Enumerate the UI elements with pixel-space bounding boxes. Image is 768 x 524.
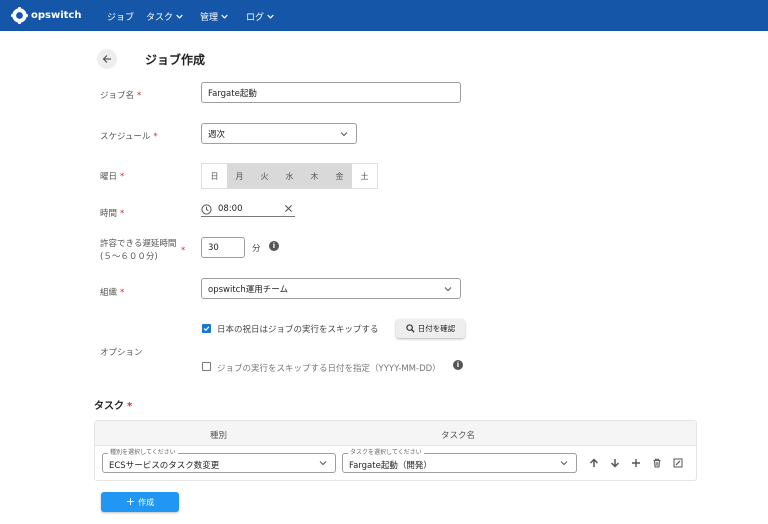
arrow-up-icon[interactable]: [589, 458, 599, 468]
tasks-title-text: タスク: [94, 401, 124, 412]
nav-admin[interactable]: 管理: [200, 10, 228, 23]
chevron-down-icon: [444, 286, 452, 291]
required-mark: *: [127, 401, 133, 412]
time-value: 08:00: [218, 204, 243, 214]
org-label-text: 組織: [100, 288, 118, 298]
app-logo[interactable]: opswitch: [11, 7, 81, 24]
task-name-value: Fargate起動（開発）: [349, 461, 432, 471]
task-type-placeholder: 種別を選択してください: [108, 449, 178, 457]
job-name-value: Fargate起動: [208, 88, 257, 99]
column-header-type: 種別: [210, 431, 228, 441]
delay-hint: (５～６００分): [100, 252, 158, 262]
org-value: opswitch運用チーム: [208, 284, 288, 295]
nav-tasks[interactable]: タスク: [146, 10, 183, 23]
required-mark: *: [120, 209, 125, 219]
skip-holidays-checkbox[interactable]: [202, 324, 211, 333]
trash-icon[interactable]: [652, 458, 662, 468]
job-name-input[interactable]: Fargate起動: [201, 82, 461, 103]
schedule-value: 週次: [208, 129, 226, 140]
time-label: 時間 *: [100, 207, 124, 219]
weekday-wed[interactable]: 水: [277, 164, 302, 188]
delay-input[interactable]: 30: [201, 237, 245, 258]
check-icon: [203, 326, 210, 332]
arrow-left-icon: [102, 55, 111, 63]
chevron-down-icon: [176, 14, 183, 19]
logo-text: opswitch: [31, 10, 82, 21]
create-button[interactable]: + 作成: [101, 492, 179, 512]
info-icon[interactable]: i: [453, 360, 463, 370]
delay-label-text: 許容できる遅延時間: [100, 239, 177, 249]
delay-unit: 分: [252, 244, 261, 254]
time-input[interactable]: 08:00: [201, 203, 295, 217]
required-mark: *: [120, 172, 125, 182]
check-dates-button[interactable]: 日付を確認: [396, 319, 465, 338]
schedule-label: スケジュール *: [100, 130, 158, 142]
org-label: 組織 *: [100, 286, 124, 298]
check-dates-label: 日付を確認: [417, 324, 456, 333]
org-select[interactable]: opswitch運用チーム: [201, 278, 461, 299]
schedule-label-text: スケジュール: [100, 132, 151, 142]
clear-icon[interactable]: [284, 204, 293, 213]
job-name-label: ジョブ名 *: [100, 89, 141, 101]
delay-value: 30: [208, 242, 219, 253]
logo-icon: [11, 7, 28, 24]
schedule-select[interactable]: 週次: [201, 123, 357, 144]
clock-icon: [201, 204, 212, 215]
task-name-placeholder: タスクを選択してください: [348, 449, 424, 457]
chevron-down-icon: [560, 461, 568, 466]
nav-jobs[interactable]: ジョブ: [107, 10, 134, 23]
weekday-toggle-group: 日 月 火 水 木 金 土: [201, 163, 378, 189]
delay-label: 許容できる遅延時間 * (５～６００分): [100, 238, 185, 264]
chevron-down-icon: [319, 461, 327, 466]
skip-dates-checkbox[interactable]: [202, 362, 211, 371]
search-icon: [406, 324, 415, 333]
create-button-label: 作成: [138, 497, 155, 507]
task-type-select[interactable]: 種別を選択してください ECSサービスのタスク数変更: [102, 449, 336, 473]
weekday-label-text: 曜日: [100, 172, 118, 182]
task-table-header: 種別 タスク名: [95, 421, 696, 446]
weekday-thu[interactable]: 木: [302, 164, 327, 188]
options-label: オプション: [100, 348, 143, 358]
required-mark: *: [120, 288, 125, 298]
nav-tasks-label: タスク: [146, 13, 174, 23]
weekday-fri[interactable]: 金: [327, 164, 352, 188]
chevron-down-icon: [267, 14, 274, 19]
arrow-down-icon[interactable]: [610, 458, 620, 468]
nav-logs[interactable]: ログ: [246, 10, 274, 23]
weekday-sat[interactable]: 土: [352, 164, 377, 188]
nav-logs-label: ログ: [246, 13, 265, 23]
edit-icon[interactable]: [673, 458, 683, 468]
required-mark: *: [181, 246, 186, 256]
top-navigation-bar: opswitch ジョブ タスク 管理 ログ: [0, 0, 768, 31]
weekday-tue[interactable]: 火: [252, 164, 277, 188]
job-name-label-text: ジョブ名: [100, 91, 135, 101]
column-header-task-name: タスク名: [441, 431, 476, 441]
info-icon[interactable]: i: [269, 241, 279, 251]
page-title: ジョブ作成: [145, 53, 206, 67]
time-label-text: 時間: [100, 209, 118, 219]
weekday-sun[interactable]: 日: [202, 164, 227, 188]
chevron-down-icon: [221, 14, 228, 19]
nav-admin-label: 管理: [200, 13, 219, 23]
required-mark: *: [153, 132, 158, 142]
tasks-section-title: タスク *: [94, 397, 132, 412]
plus-icon: +: [125, 495, 136, 508]
weekday-mon[interactable]: 月: [227, 164, 252, 188]
add-icon[interactable]: [631, 458, 641, 468]
weekday-label: 曜日 *: [100, 170, 124, 182]
skip-dates-label: ジョブの実行をスキップする日付を指定（YYYY-MM-DD）: [217, 364, 441, 374]
skip-holidays-label: 日本の祝日はジョブの実行をスキップする: [217, 325, 379, 335]
chevron-down-icon: [340, 131, 348, 136]
back-button[interactable]: [97, 49, 117, 69]
task-name-select[interactable]: タスクを選択してください Fargate起動（開発）: [342, 449, 577, 473]
required-mark: *: [137, 91, 142, 101]
task-type-value: ECSサービスのタスク数変更: [109, 461, 220, 471]
nav-jobs-label: ジョブ: [107, 13, 135, 23]
